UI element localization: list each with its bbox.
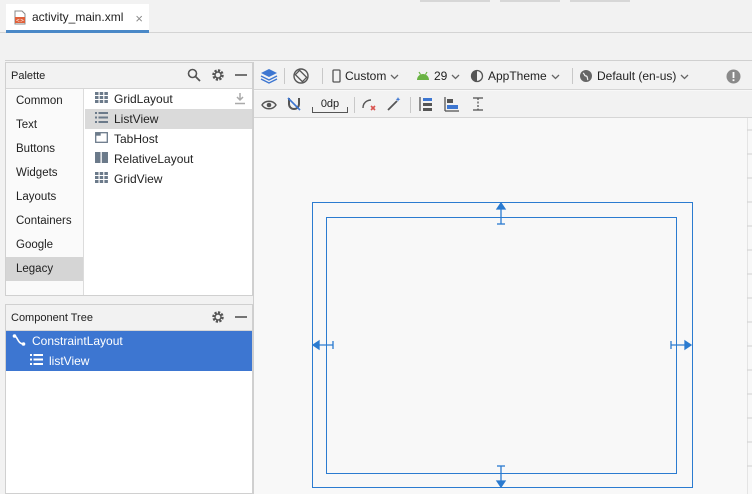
list-icon	[30, 354, 43, 368]
constraint-layout-icon	[12, 333, 26, 350]
tree-node-label: ConstraintLayout	[32, 334, 123, 348]
grid-icon	[95, 92, 108, 106]
gear-icon[interactable]	[211, 310, 225, 327]
palette-widget-list: GridLayout ListView TabHost RelativeLayo…	[85, 89, 252, 295]
palette-panel: Palette Common Text Buttons Widgets Layo…	[5, 62, 253, 296]
minimize-icon[interactable]	[235, 68, 247, 85]
file-tab-label: activity_main.xml	[32, 10, 124, 24]
gear-icon[interactable]	[211, 68, 225, 85]
category-google[interactable]: Google	[6, 233, 83, 257]
widget-gridview[interactable]: GridView	[85, 169, 252, 189]
editor-mode-strip	[5, 33, 752, 61]
relative-layout-icon	[95, 152, 108, 166]
category-widgets[interactable]: Widgets	[6, 161, 83, 185]
grid-icon	[95, 172, 108, 186]
widget-label: TabHost	[114, 132, 159, 146]
download-icon[interactable]	[234, 92, 246, 108]
close-tab-icon[interactable]: ×	[135, 11, 143, 26]
widget-relativelayout[interactable]: RelativeLayout	[85, 149, 252, 169]
widget-gridlayout[interactable]: GridLayout	[85, 89, 252, 109]
design-surface: Custom 29 AppTheme Default (en-us) 0dp	[253, 62, 752, 494]
widget-label: RelativeLayout	[114, 152, 194, 166]
right-edge-rail	[746, 118, 752, 494]
xml-file-icon: <>	[14, 10, 26, 25]
component-tree-panel: Component Tree ConstraintLayout listView	[5, 304, 253, 494]
tree-node-listview[interactable]: listView	[6, 351, 252, 371]
tab-icon	[95, 132, 108, 146]
svg-text:<>: <>	[16, 18, 24, 24]
widget-listview[interactable]: ListView	[85, 109, 252, 129]
palette-categories: Common Text Buttons Widgets Layouts Cont…	[6, 89, 84, 295]
category-text[interactable]: Text	[6, 113, 83, 137]
tree-node-constraintlayout[interactable]: ConstraintLayout	[6, 331, 252, 351]
widget-label: ListView	[114, 112, 159, 126]
palette-title: Palette	[11, 69, 46, 82]
category-common[interactable]: Common	[6, 89, 83, 113]
widget-label: GridView	[114, 172, 163, 186]
category-buttons[interactable]: Buttons	[6, 137, 83, 161]
category-layouts[interactable]: Layouts	[6, 185, 83, 209]
component-tree-title: Component Tree	[11, 311, 93, 324]
list-icon	[95, 112, 108, 126]
tab-stub	[500, 0, 560, 2]
category-containers[interactable]: Containers	[6, 209, 83, 233]
tab-stub	[420, 0, 490, 2]
palette-header: Palette	[6, 63, 252, 89]
minimize-icon[interactable]	[235, 310, 247, 327]
tab-stub	[570, 0, 630, 2]
category-legacy[interactable]: Legacy	[6, 257, 83, 281]
component-tree-header: Component Tree	[6, 305, 252, 331]
constraint-anchors	[311, 201, 693, 489]
file-tab-activity-main[interactable]: <> activity_main.xml ×	[6, 4, 149, 33]
editor-tab-bar: <> activity_main.xml ×	[0, 0, 752, 33]
widget-tabhost[interactable]: TabHost	[85, 129, 252, 149]
tree-node-label: listView	[49, 354, 90, 368]
widget-label: GridLayout	[114, 92, 173, 106]
search-icon[interactable]	[187, 68, 201, 85]
